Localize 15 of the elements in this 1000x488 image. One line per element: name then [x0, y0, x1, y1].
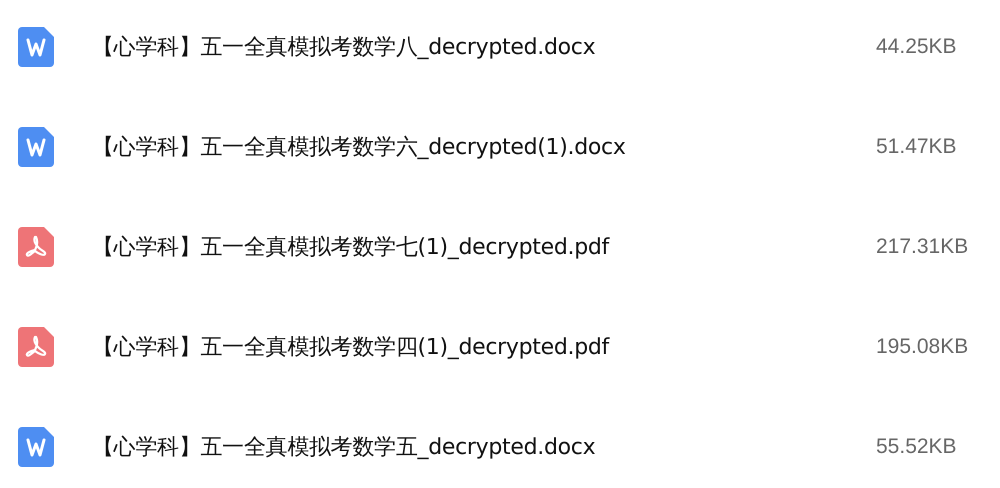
word-document-icon [18, 27, 54, 67]
pdf-document-icon [18, 227, 54, 267]
file-size: 44.25KB [876, 34, 957, 60]
file-size: 195.08KB [876, 334, 968, 360]
file-size: 51.47KB [876, 134, 957, 160]
file-name[interactable]: 【心学科】五一全真模拟考数学四(1)_decrypted.pdf [92, 330, 609, 364]
file-name[interactable]: 【心学科】五一全真模拟考数学六_decrypted(1).docx [92, 130, 626, 164]
file-name[interactable]: 【心学科】五一全真模拟考数学五_decrypted.docx [92, 430, 596, 464]
word-document-icon [18, 127, 54, 167]
file-name[interactable]: 【心学科】五一全真模拟考数学八_decrypted.docx [92, 30, 596, 64]
pdf-document-icon [18, 327, 54, 367]
file-name[interactable]: 【心学科】五一全真模拟考数学七(1)_decrypted.pdf [92, 230, 609, 264]
file-size: 217.31KB [876, 234, 968, 260]
word-document-icon [18, 427, 54, 467]
file-size: 55.52KB [876, 434, 957, 460]
